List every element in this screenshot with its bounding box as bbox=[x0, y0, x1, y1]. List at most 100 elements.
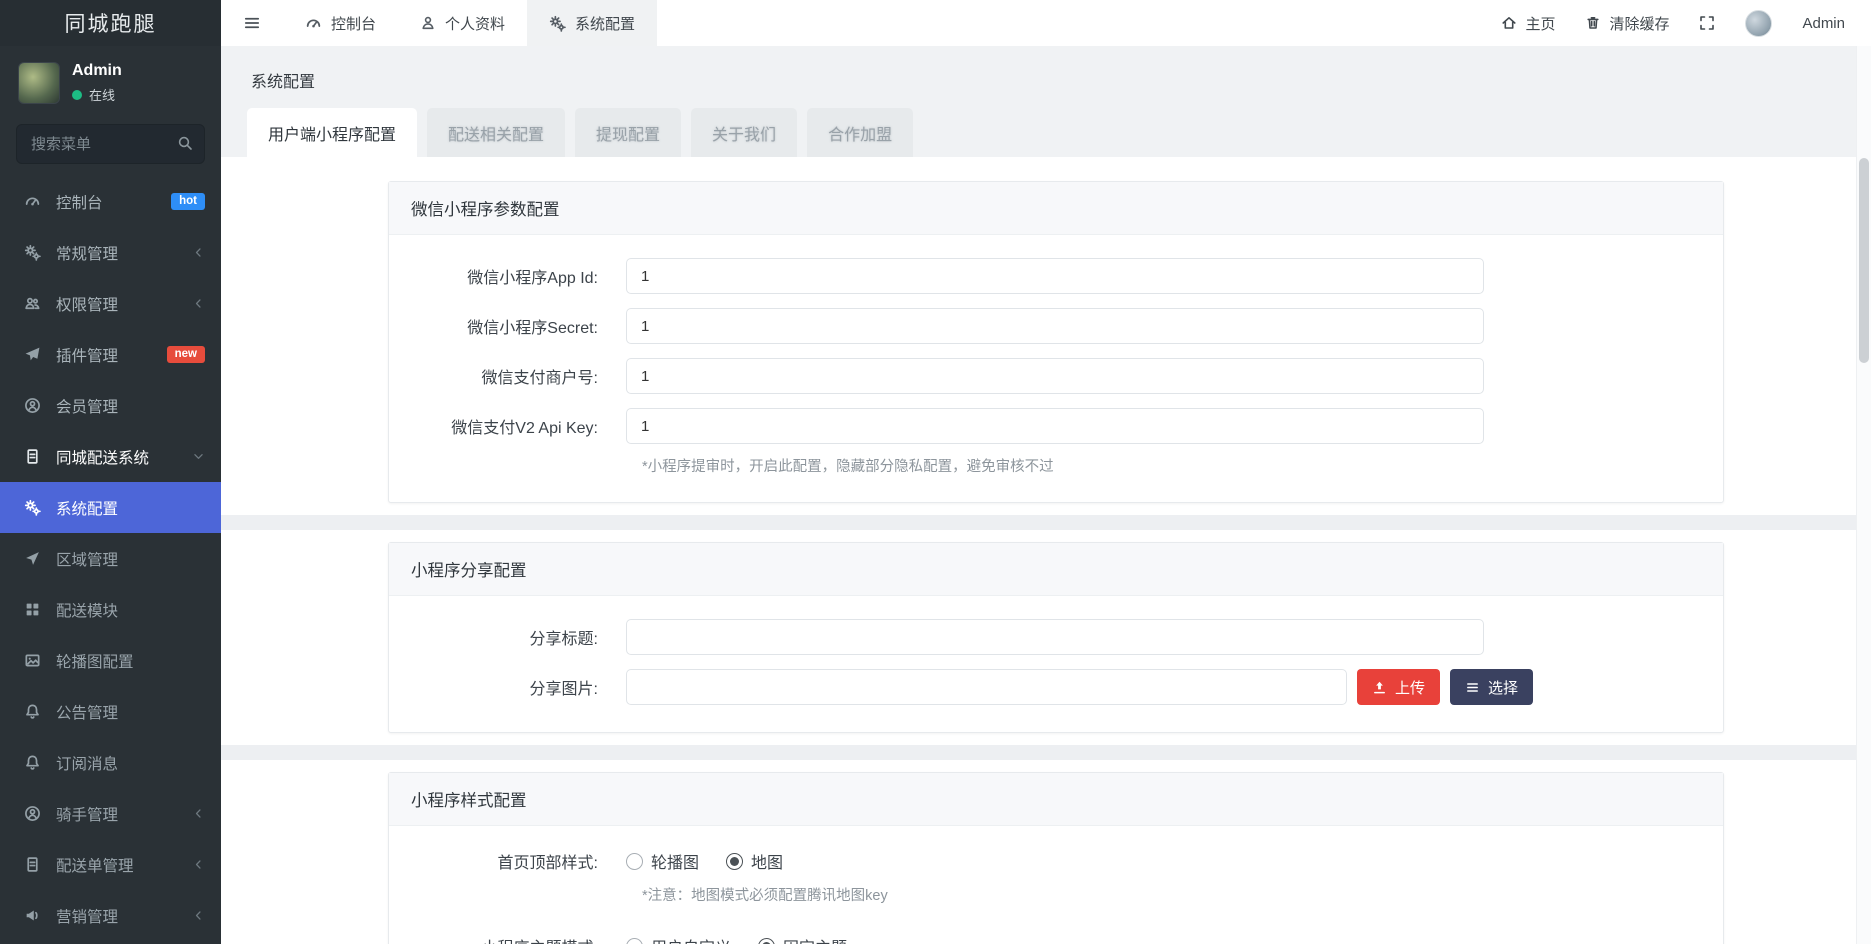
sidebar-item-10[interactable]: 公告管理 bbox=[0, 686, 221, 737]
topnav-items: 控制台 个人资料 系统配置 bbox=[283, 0, 658, 46]
doc-icon bbox=[22, 856, 42, 873]
topnav-right-item-1[interactable]: 清除缓存 bbox=[1585, 13, 1669, 34]
sidebar-item-label: 配送模块 bbox=[56, 602, 119, 620]
chevron-left-icon bbox=[192, 909, 205, 922]
sidebar-item-1[interactable]: 常规管理 bbox=[0, 227, 221, 278]
gears-icon bbox=[549, 15, 566, 32]
radio-option[interactable]: 固定主题 bbox=[758, 934, 847, 944]
scrollbar-thumb[interactable] bbox=[1859, 158, 1869, 363]
sidebar-item-5[interactable]: 同城配送系统 bbox=[0, 431, 221, 482]
user-circle-icon bbox=[22, 397, 42, 414]
topnav-right-label: 主页 bbox=[1525, 15, 1556, 33]
sidebar-item-label: 公告管理 bbox=[56, 704, 119, 722]
upload-icon bbox=[1372, 680, 1387, 695]
tab-4[interactable]: 合作加盟 bbox=[807, 108, 914, 157]
field-label: 分享标题: bbox=[529, 631, 598, 648]
form-row: 首页顶部样式: 轮播图 地图 bbox=[389, 842, 1723, 880]
topnav-item-0[interactable]: 控制台 bbox=[283, 0, 398, 46]
topnav-username[interactable]: Admin bbox=[1802, 15, 1845, 32]
tab-2[interactable]: 提现配置 bbox=[575, 108, 682, 157]
user-circle-icon bbox=[22, 805, 42, 822]
card-title: 微信小程序参数配置 bbox=[389, 182, 1723, 235]
config-card-2: 小程序样式配置首页顶部样式: 轮播图 地图 *注意：地图模式必须配置腾讯地图key 小程… bbox=[388, 772, 1724, 944]
form-group: 微信支付V2 Api Key: *小程序提审时，开启此配置，隐藏部分隐私配置，避免… bbox=[389, 401, 1723, 482]
field-label: 微信支付商户号: bbox=[481, 370, 598, 387]
sidebar-item-label: 系统配置 bbox=[56, 500, 119, 518]
card-title: 小程序样式配置 bbox=[389, 773, 1723, 826]
field-input[interactable] bbox=[626, 308, 1484, 344]
sidebar-item-4[interactable]: 会员管理 bbox=[0, 380, 221, 431]
search-icon bbox=[177, 135, 193, 151]
chevron-down-icon bbox=[192, 450, 205, 463]
sidebar-item-14[interactable]: 营销管理 bbox=[0, 890, 221, 941]
user-icon bbox=[420, 15, 436, 31]
form-row: 微信小程序App Id: bbox=[389, 251, 1723, 301]
topnav-item-2[interactable]: 系统配置 bbox=[527, 0, 658, 46]
field-input[interactable] bbox=[626, 408, 1484, 444]
sidebar-item-11[interactable]: 订阅消息 bbox=[0, 737, 221, 788]
upload-button[interactable]: 上传 bbox=[1357, 669, 1441, 705]
bell-icon bbox=[22, 703, 42, 720]
card-title: 小程序分享配置 bbox=[389, 543, 1723, 596]
avatar[interactable] bbox=[18, 62, 60, 104]
sidebar-item-label: 轮播图配置 bbox=[56, 653, 134, 671]
form-group: 分享标题: bbox=[389, 612, 1723, 662]
radio-label: 固定主题 bbox=[783, 934, 847, 944]
topnav-item-label: 个人资料 bbox=[445, 15, 506, 33]
radio-option[interactable]: 轮播图 bbox=[626, 849, 699, 873]
topnav-right-item-0[interactable]: 主页 bbox=[1501, 13, 1555, 34]
field-input[interactable] bbox=[626, 258, 1484, 294]
topnav-right-label: 清除缓存 bbox=[1609, 15, 1670, 33]
field-label: 小程序主题模式: bbox=[389, 934, 614, 944]
nav-arrow-icon bbox=[22, 550, 42, 567]
radio-checked-icon[interactable] bbox=[758, 937, 776, 944]
sidebar-item-6[interactable]: 系统配置 bbox=[0, 482, 221, 533]
sidebar-item-7[interactable]: 区域管理 bbox=[0, 533, 221, 584]
choose-button[interactable]: 选择 bbox=[1450, 669, 1534, 705]
form-group: 微信小程序Secret: bbox=[389, 301, 1723, 351]
form-row: 分享图片: 上传 选择 bbox=[389, 662, 1723, 712]
sidebar-item-label: 骑手管理 bbox=[56, 806, 119, 824]
field-note: *小程序提审时，开启此配置，隐藏部分隐私配置，避免审核不过 bbox=[642, 459, 1054, 475]
sidebar-item-12[interactable]: 骑手管理 bbox=[0, 788, 221, 839]
sidebar-item-3[interactable]: 插件管理 new bbox=[0, 329, 221, 380]
sidebar-item-2[interactable]: 权限管理 bbox=[0, 278, 221, 329]
radio-option[interactable]: 用户自定义 bbox=[626, 934, 731, 944]
gauge-icon bbox=[22, 193, 42, 210]
radio-option[interactable]: 地图 bbox=[726, 849, 783, 873]
menu-search bbox=[16, 124, 205, 164]
megaphone-icon bbox=[22, 907, 42, 924]
radio-checked-icon[interactable] bbox=[726, 852, 744, 870]
tab-0[interactable]: 用户端小程序配置 bbox=[247, 108, 418, 157]
field-input[interactable] bbox=[626, 358, 1484, 394]
field-label: 微信支付V2 Api Key: bbox=[451, 420, 598, 437]
grid-icon bbox=[22, 601, 42, 618]
radio-icon[interactable] bbox=[626, 852, 643, 870]
tab-content: 微信小程序参数配置微信小程序App Id: 微信小程序Secret: 微信支付商户号… bbox=[221, 157, 1871, 944]
radio-icon[interactable] bbox=[626, 937, 643, 944]
sidebar-item-8[interactable]: 配送模块 bbox=[0, 584, 221, 635]
topnav-item-label: 系统配置 bbox=[575, 15, 636, 33]
tab-3[interactable]: 关于我们 bbox=[691, 108, 798, 157]
field-input[interactable] bbox=[626, 669, 1347, 705]
scrollbar-track[interactable] bbox=[1856, 46, 1871, 944]
sidebar-item-9[interactable]: 轮播图配置 bbox=[0, 635, 221, 686]
radio-group: 用户自定义 固定主题 bbox=[626, 934, 874, 944]
list-icon bbox=[1465, 680, 1480, 695]
form-group: 微信小程序App Id: bbox=[389, 251, 1723, 301]
topnav-right-item-2[interactable] bbox=[1699, 15, 1715, 31]
tab-1[interactable]: 配送相关配置 bbox=[427, 108, 566, 157]
topnav-avatar[interactable] bbox=[1745, 9, 1773, 37]
sidebar-item-13[interactable]: 配送单管理 bbox=[0, 839, 221, 890]
form-row: 微信支付V2 Api Key: bbox=[389, 401, 1723, 451]
top-navbar: 控制台 个人资料 系统配置 主页 清除缓存 Admin bbox=[221, 0, 1871, 46]
sidebar-item-label: 配送单管理 bbox=[56, 857, 134, 875]
topnav-item-1[interactable]: 个人资料 bbox=[398, 0, 527, 46]
app-layout: 同城跑腿 Admin 在线 控制台 hot 常规管理权限管理插件管理 new 会员管理同… bbox=[0, 0, 1871, 944]
hamburger-icon[interactable] bbox=[221, 0, 283, 46]
config-tabs: 用户端小程序配置 配送相关配置 提现配置 关于我们 合作加盟 bbox=[221, 108, 1871, 157]
field-input[interactable] bbox=[626, 619, 1484, 655]
sidebar-item-0[interactable]: 控制台 hot bbox=[0, 176, 221, 227]
sidebar-item-label: 订阅消息 bbox=[56, 755, 119, 773]
form-row: 小程序主题模式: 用户自定义 固定主题 bbox=[389, 927, 1723, 944]
